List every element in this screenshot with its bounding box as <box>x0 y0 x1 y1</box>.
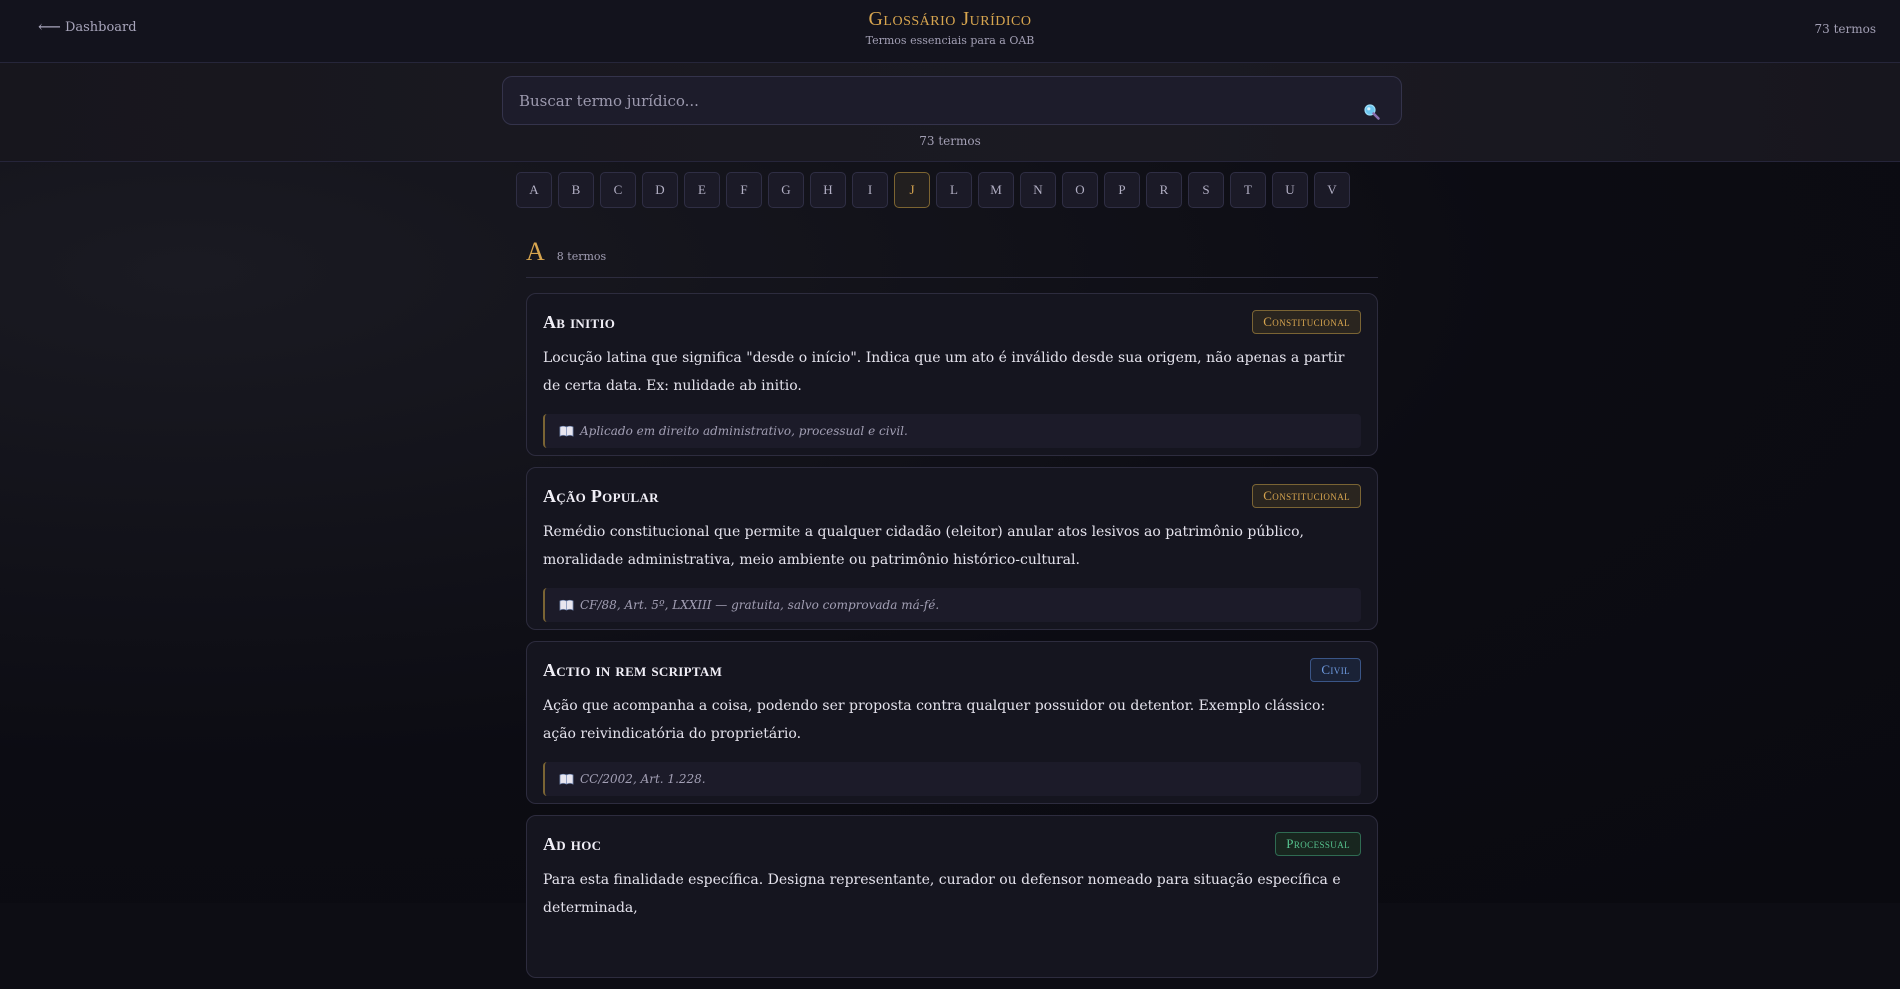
search-box <box>502 76 1402 125</box>
letter-filter-o[interactable]: O <box>1062 172 1098 208</box>
title-block: Glossário Jurídico Termos essenciais par… <box>0 8 1900 47</box>
term-card[interactable]: Ad hoc Processual Para esta finalidade e… <box>526 815 1378 978</box>
letter-filter-r[interactable]: R <box>1146 172 1182 208</box>
section-letter: A <box>526 237 545 266</box>
category-badge: Civil <box>1310 658 1361 682</box>
term-reference: CF/88, Art. 5º, LXXIII — gratuita, salvo… <box>543 588 1361 622</box>
letter-filter-p[interactable]: P <box>1104 172 1140 208</box>
letter-filter-j[interactable]: J <box>894 172 930 208</box>
search-icon[interactable] <box>1363 103 1381 121</box>
category-badge: Constitucional <box>1252 484 1361 508</box>
total-term-count: 73 termos <box>1814 22 1876 36</box>
letter-filter-g[interactable]: G <box>768 172 804 208</box>
reference-text: Aplicado em direito administrativo, proc… <box>580 424 908 438</box>
section-term-count: 8 termos <box>556 250 607 263</box>
top-bar: ⟵ Dashboard Glossário Jurídico Termos es… <box>0 0 1900 63</box>
letter-filter-s[interactable]: S <box>1188 172 1224 208</box>
term-definition: Remédio constitucional que permite a qua… <box>543 524 1304 568</box>
term-reference: CC/2002, Art. 1.228. <box>543 762 1361 796</box>
letter-section-header: A 8 termos <box>526 237 1378 278</box>
letter-filter-h[interactable]: H <box>810 172 846 208</box>
letter-filter-i[interactable]: I <box>852 172 888 208</box>
letter-filter-f[interactable]: F <box>726 172 762 208</box>
letter-filter-a[interactable]: A <box>516 172 552 208</box>
term-list: Ab initio Constitucional Locução latina … <box>526 293 1378 989</box>
term-title: Actio in rem scriptam <box>543 659 723 680</box>
term-definition: Ação que acompanha a coisa, podendo ser … <box>543 698 1326 742</box>
term-card[interactable]: Actio in rem scriptam Civil Ação que aco… <box>526 641 1378 804</box>
letter-filter-t[interactable]: T <box>1230 172 1266 208</box>
term-reference: Aplicado em direito administrativo, proc… <box>543 414 1361 448</box>
letter-filter-l[interactable]: L <box>936 172 972 208</box>
term-card[interactable]: Ab initio Constitucional Locução latina … <box>526 293 1378 456</box>
term-definition: Para esta finalidade específica. Designa… <box>543 872 1341 916</box>
term-title: Ação Popular <box>543 485 659 506</box>
letter-filter-u[interactable]: U <box>1272 172 1308 208</box>
term-card[interactable]: Ação Popular Constitucional Remédio cons… <box>526 467 1378 630</box>
letter-filter-b[interactable]: B <box>558 172 594 208</box>
letter-filter-c[interactable]: C <box>600 172 636 208</box>
letter-filter-n[interactable]: N <box>1020 172 1056 208</box>
letter-filter-e[interactable]: E <box>684 172 720 208</box>
search-band: 73 termos <box>0 63 1900 162</box>
reference-text: CF/88, Art. 5º, LXXIII — gratuita, salvo… <box>580 598 940 612</box>
alphabet-filter: ABCDEFGHIJLMNOPRSTUV <box>516 172 1350 208</box>
category-badge: Constitucional <box>1252 310 1361 334</box>
open-book-icon <box>559 599 574 611</box>
page-title: Glossário Jurídico <box>868 8 1032 30</box>
term-title: Ad hoc <box>543 833 602 854</box>
page-subtitle: Termos essenciais para a OAB <box>865 34 1035 47</box>
term-title: Ab initio <box>543 311 616 332</box>
open-book-icon <box>559 425 574 437</box>
letter-filter-d[interactable]: D <box>642 172 678 208</box>
term-definition: Locução latina que significa "desde o in… <box>543 350 1345 394</box>
reference-text: CC/2002, Art. 1.228. <box>580 772 706 786</box>
letter-filter-m[interactable]: M <box>978 172 1014 208</box>
search-results-count: 73 termos <box>919 134 981 148</box>
letter-filter-v[interactable]: V <box>1314 172 1350 208</box>
category-badge: Processual <box>1275 832 1361 856</box>
open-book-icon <box>559 773 574 785</box>
search-input[interactable] <box>519 77 1339 124</box>
